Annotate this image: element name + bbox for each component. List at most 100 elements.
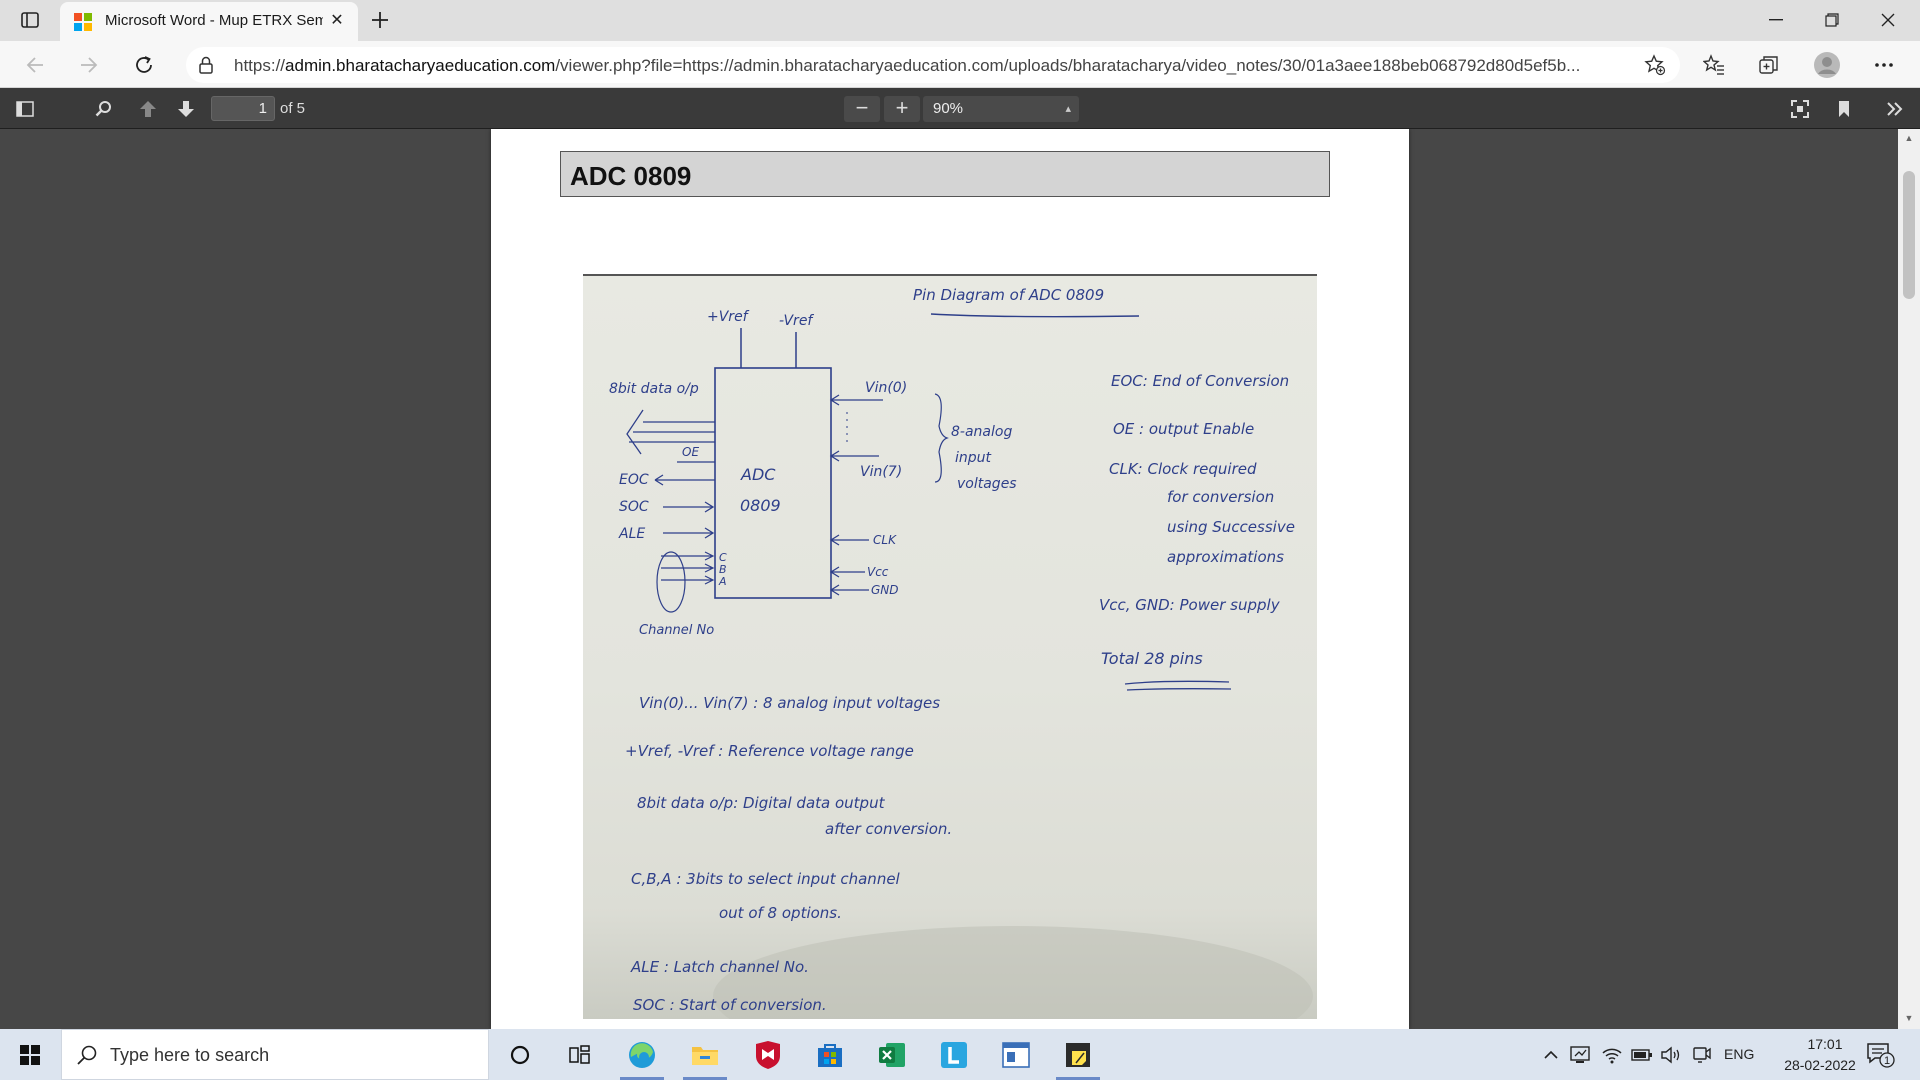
lock-icon[interactable] <box>198 56 214 74</box>
pdf-page: ADC 0809 Pin Diagram of ADC 0809 +Vref -… <box>491 129 1409 1029</box>
microsoft-store-icon[interactable] <box>802 1029 858 1080</box>
add-favorite-star-icon[interactable] <box>1638 48 1672 82</box>
bookmark-icon[interactable] <box>1830 96 1858 122</box>
pin-label-gnd: GND <box>871 583 899 597</box>
pin-label-vin0: Vin(0) <box>865 380 907 396</box>
volume-icon[interactable] <box>1660 1043 1682 1067</box>
word-favicon-icon <box>74 13 92 31</box>
network-status-icon[interactable] <box>1570 1043 1592 1067</box>
legend-clk-2: for conversion <box>1167 488 1274 506</box>
page-count-label: of 5 <box>280 100 306 117</box>
pin-label-vref-minus: -Vref <box>779 313 814 329</box>
note-cba-1: C,B,A : 3bits to select input channel <box>631 870 901 888</box>
pin-label-soc: SOC <box>619 499 649 515</box>
battery-icon[interactable] <box>1631 1043 1653 1067</box>
analog-note-line-3: voltages <box>957 476 1017 492</box>
zoom-select[interactable]: 90%▴▾ <box>923 96 1079 141</box>
legend-clk-3: using Successive <box>1167 518 1295 536</box>
pin-label-vref-plus: +Vref <box>707 309 750 325</box>
tab-close-icon[interactable]: ✕ <box>328 12 346 30</box>
previous-page-icon[interactable] <box>134 96 162 122</box>
favorites-icon[interactable] <box>1697 48 1731 82</box>
legend-oe: OE : output Enable <box>1113 420 1254 438</box>
minimize-window-icon[interactable] <box>1748 0 1804 40</box>
sidebar-toggle-icon[interactable] <box>11 96 39 122</box>
legend-eoc: EOC: End of Conversion <box>1111 372 1289 390</box>
back-arrow-icon[interactable] <box>18 48 52 82</box>
input-language[interactable]: ENG <box>1724 1046 1754 1062</box>
note-data-output-1: 8bit data o/p: Digital data output <box>637 794 886 812</box>
note-cba-2: out of 8 options. <box>719 904 842 922</box>
chip-label-0809: 0809 <box>740 496 781 515</box>
restore-window-icon[interactable] <box>1804 0 1860 40</box>
meet-now-icon[interactable] <box>1691 1043 1713 1067</box>
legend-total-pins: Total 28 pins <box>1101 649 1203 668</box>
file-explorer-icon[interactable] <box>677 1029 733 1080</box>
next-page-icon[interactable] <box>172 96 200 122</box>
more-menu-icon[interactable] <box>1867 48 1901 82</box>
edge-browser-icon[interactable] <box>614 1029 670 1080</box>
window-app-icon[interactable] <box>988 1029 1044 1080</box>
windows-taskbar: Type here to search ENG 17:01 28-02-2022… <box>0 1029 1920 1080</box>
pdf-toolbar: 1 of 5 − + 90%▴▾ <box>0 88 1920 141</box>
pin-label-a: A <box>718 575 727 588</box>
clock-time[interactable]: 17:01 <box>1790 1036 1860 1052</box>
clock-date[interactable]: 28-02-2022 <box>1768 1057 1872 1073</box>
windows-start-icon[interactable] <box>0 1029 60 1080</box>
tab-actions-icon[interactable] <box>14 6 46 34</box>
label-channel-no: Channel No <box>639 623 714 638</box>
forward-arrow-icon[interactable] <box>72 48 106 82</box>
scroll-down-arrow-icon[interactable]: ▼ <box>1904 1013 1914 1023</box>
refresh-icon[interactable] <box>127 48 161 82</box>
zoom-out-button[interactable]: − <box>844 96 880 122</box>
wifi-icon[interactable] <box>1601 1043 1623 1067</box>
scroll-up-arrow-icon[interactable]: ▲ <box>1904 133 1914 143</box>
diagram-title: Pin Diagram of ADC 0809 <box>913 286 1104 304</box>
browser-toolbar: https://admin.bharatacharyaeducation.com… <box>0 41 1920 88</box>
browser-tab-strip: Microsoft Word - Mup ETRX Sem ✕ <box>0 0 1920 41</box>
excel-icon[interactable] <box>864 1029 920 1080</box>
legend-clk-4: approximations <box>1167 548 1284 566</box>
tools-chevron-icon[interactable] <box>1881 96 1909 122</box>
legend-clk-1: CLK: Clock required <box>1109 460 1257 478</box>
document-heading-box: ADC 0809 <box>560 151 1330 197</box>
presentation-mode-icon[interactable] <box>1786 96 1814 122</box>
pin-label-oe: OE <box>682 445 699 459</box>
note-vin: Vin(0)... Vin(7) : 8 analog input voltag… <box>639 694 940 712</box>
tab-title: Microsoft Word - Mup ETRX Sem <box>105 12 323 29</box>
vertical-scrollbar[interactable]: ▲ ▼ <box>1898 129 1920 1029</box>
page-number-input[interactable]: 1 <box>211 96 275 121</box>
legend-power: Vcc, GND: Power supply <box>1099 596 1281 614</box>
document-heading: ADC 0809 <box>570 161 692 191</box>
notification-center-icon[interactable]: 1 <box>1866 1041 1896 1069</box>
mcafee-icon[interactable] <box>740 1029 796 1080</box>
pin-label-clk: CLK <box>873 533 897 547</box>
chip-label-adc: ADC <box>740 465 776 484</box>
sticky-notes-icon[interactable] <box>1050 1029 1106 1080</box>
browser-tab-active[interactable]: Microsoft Word - Mup ETRX Sem ✕ <box>60 2 358 41</box>
notification-count: 1 <box>1884 1055 1890 1067</box>
profile-avatar-icon[interactable] <box>1810 48 1844 82</box>
new-tab-icon[interactable] <box>364 6 396 34</box>
url-text: https://admin.bharatacharyaeducation.com… <box>234 56 1581 75</box>
note-vref: +Vref, -Vref : Reference voltage range <box>625 742 914 760</box>
collections-icon[interactable] <box>1752 48 1786 82</box>
pin-label-vin7: Vin(7) <box>860 464 902 480</box>
cortana-icon[interactable] <box>492 1029 548 1080</box>
pin-label-ale: ALE <box>618 526 645 542</box>
zoom-in-button[interactable]: + <box>884 96 920 122</box>
task-view-icon[interactable] <box>552 1029 608 1080</box>
l-app-icon[interactable] <box>926 1029 982 1080</box>
show-hidden-icons-chevron-icon[interactable] <box>1541 1043 1561 1067</box>
pdf-viewer-area[interactable]: ADC 0809 Pin Diagram of ADC 0809 +Vref -… <box>0 129 1920 1029</box>
pin-label-data-output: 8bit data o/p <box>609 381 699 397</box>
taskbar-search-box[interactable]: Type here to search <box>61 1029 489 1080</box>
pin-label-eoc: EOC <box>619 472 649 488</box>
close-window-icon[interactable] <box>1860 0 1916 40</box>
note-data-output-2: after conversion. <box>825 820 952 838</box>
analog-note-line-2: input <box>955 450 992 466</box>
scrollbar-thumb[interactable] <box>1903 171 1915 299</box>
find-search-icon[interactable] <box>90 96 118 122</box>
search-icon <box>77 1045 97 1065</box>
address-bar[interactable]: https://admin.bharatacharyaeducation.com… <box>186 47 1680 83</box>
